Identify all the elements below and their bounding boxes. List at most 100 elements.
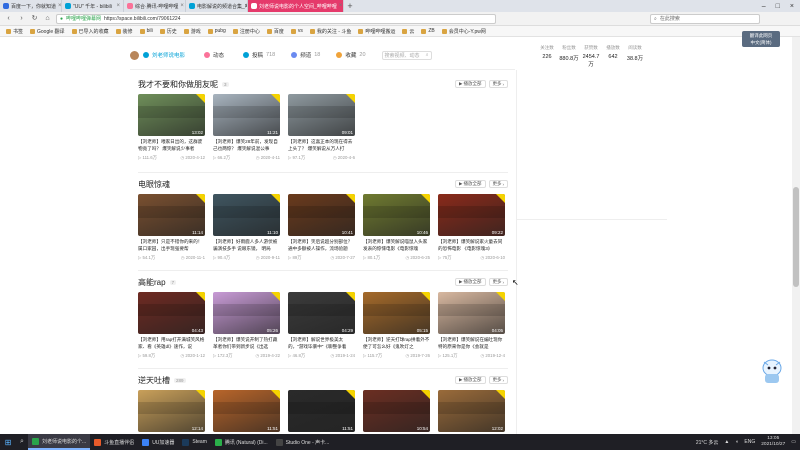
more-button[interactable]: 更多 ›	[488, 278, 508, 286]
translate-badge[interactable]: 翻译此网页 中文(简体)	[742, 31, 780, 47]
video-card[interactable]: 04:43 【刘老师】用rap打开满城笑风格家、看《英雄dl》速作，说 ▷ 59.8…	[138, 292, 205, 359]
video-thumbnail[interactable]: 10:46	[363, 194, 430, 236]
video-card[interactable]: 10:46 【刘老师】爆笑解说喵鼠入头家发表的惊悚电影《电影惊魂 ▷ 80.1万 ◷ …	[363, 194, 430, 261]
back-icon[interactable]: ‹	[4, 14, 13, 23]
url-field[interactable]: ● 哔哩哔哩弹幕网 https://space.bilibili.com/790…	[56, 13, 496, 24]
video-card[interactable]: 09:01 【刘老师】这喜正本的现在得去上头了？ 爆笑解说从万人打 ▷ 97.1万 ◷…	[288, 94, 355, 161]
video-card[interactable]: 11:51	[288, 390, 355, 432]
video-thumbnail[interactable]: 10:54	[363, 390, 430, 432]
space-tab[interactable]: 频道 18	[291, 51, 320, 59]
section-title[interactable]: 高能rap	[138, 277, 166, 288]
taskbar-app[interactable]: UU加速器	[138, 434, 178, 450]
video-card[interactable]: 12:14	[138, 390, 205, 432]
video-card[interactable]: 05:15 【刘老师】逆天打球rap拼着外不便了可怎么好《鬼吹灯之 ▷ 115.7万…	[363, 292, 430, 359]
tab-close-icon[interactable]: ×	[180, 3, 184, 9]
bookmark-item[interactable]: vs	[290, 28, 303, 34]
bookmark-item[interactable]: bili	[139, 28, 153, 34]
reload-icon[interactable]: ↻	[30, 14, 39, 23]
play-all-button[interactable]: ▶ 播放全部	[455, 80, 486, 88]
video-card[interactable]: 09:22 【刘老师】爆笑解说家火童去同的恐怖电影 《电影惊魂3》 ▷ 75万 ◷ 2…	[438, 194, 505, 261]
tab-close-icon[interactable]: ×	[58, 3, 61, 9]
video-card[interactable]: 10:54	[363, 390, 430, 432]
video-title[interactable]: 【刘老师】用rap打开满城笑风格家、看《英雄dl》速作，说	[138, 337, 205, 351]
minimize-button[interactable]: –	[762, 3, 766, 10]
video-thumbnail[interactable]: 09:01	[288, 94, 355, 136]
video-thumbnail[interactable]: 11:51	[213, 390, 280, 432]
video-title[interactable]: 【刘老师】爆笑解说家火童去同的恐怖电影 《电影惊魂3》	[438, 239, 505, 253]
browser-search-field[interactable]: ⌕ 在此搜索	[650, 13, 760, 24]
section-title[interactable]: 我才不要和你做朋友呢	[138, 79, 218, 90]
language-indicator[interactable]: ENG	[744, 439, 755, 445]
clock[interactable]: 13:05 2021/10/27	[761, 436, 785, 448]
browser-tab[interactable]: 百度一下，你就知道 ×	[0, 0, 62, 12]
video-thumbnail[interactable]: 11:14	[138, 194, 205, 236]
video-thumbnail[interactable]: 12:02	[438, 390, 505, 432]
browser-tab[interactable]: 刘老师说电影的个人空间_哔哩哔哩 ×	[248, 0, 344, 12]
more-button[interactable]: 更多 ›	[488, 80, 508, 88]
network-icon[interactable]: ▲	[724, 439, 729, 445]
volume-icon[interactable]: ◖	[735, 439, 738, 445]
video-thumbnail[interactable]: 05:15	[363, 292, 430, 334]
space-tab[interactable]: 投稿 718	[243, 51, 275, 59]
space-tab[interactable]: 收藏 20	[336, 51, 366, 59]
browser-tab[interactable]: "UU" 千年 - bilibili ×	[62, 0, 124, 12]
video-title[interactable]: 【刘老师】只是不错你的来的！ 属口家园，出手现强要帮	[138, 239, 205, 253]
bookmark-item[interactable]: 云	[402, 28, 414, 35]
new-tab-button[interactable]: +	[344, 1, 356, 11]
video-title[interactable]: 【刘老师】爆笑说开制了热打藏革者你们带到新步说《出选	[213, 337, 280, 351]
windows-start-icon[interactable]: ⊞	[0, 438, 16, 447]
forward-icon[interactable]: ›	[17, 14, 26, 23]
video-title[interactable]: 【刘老师】爆笑28年前，发现自己也两惊？ 爆笑解说混公事	[213, 139, 280, 153]
taskbar-app[interactable]: Studio One - 声卡...	[272, 434, 334, 450]
video-card[interactable]: 13:02 【刘老师】喂家日出的，这群废物竟了吗？ 爆笑解说少事者 ▷ 111.6万…	[138, 94, 205, 161]
video-thumbnail[interactable]: 09:22	[438, 194, 505, 236]
notification-icon[interactable]: ▭	[791, 439, 796, 445]
taskbar-app[interactable]: 腾讯 (Natural) (Di...	[211, 434, 272, 450]
taskbar-app[interactable]: Steam	[178, 434, 210, 450]
page-scrollbar[interactable]	[792, 37, 800, 435]
bookmark-item[interactable]: pubg	[207, 28, 226, 34]
video-thumbnail[interactable]: 04:29	[288, 292, 355, 334]
video-title[interactable]: 【刘老师】好雨鹿人多人游伏被骗演技多手 说眼东镜， 明局	[213, 239, 280, 253]
bookmark-item[interactable]: 游戏	[183, 28, 201, 35]
video-card[interactable]: 04:29 【刘老师】解说世界极美太的，"游戏毕暴中"《聊整争着 ▷ 46.8万 ◷ …	[288, 292, 355, 359]
bookmark-item[interactable]: 已导入的收藏	[71, 28, 109, 35]
play-all-button[interactable]: ▶ 播放全部	[455, 180, 486, 188]
video-card[interactable]: 10:41 【刘老师】笑后说超分别部位？ 通中多额被人操作，流场验题 ▷ 89万 ◷ …	[288, 194, 355, 261]
more-button[interactable]: 更多 ›	[488, 376, 508, 384]
tab-close-icon[interactable]: ×	[116, 3, 120, 9]
video-title[interactable]: 【刘老师】逆天打球rap拼着外不便了可怎么好《鬼吹灯之	[363, 337, 430, 351]
scroll-thumb[interactable]	[793, 187, 799, 287]
bookmark-item[interactable]: 历史	[159, 28, 177, 35]
bookmark-item[interactable]: 装修	[115, 28, 133, 35]
video-thumbnail[interactable]: 13:02	[138, 94, 205, 136]
video-card[interactable]: 11:14 【刘老师】只是不错你的来的！ 属口家园，出手现强要帮 ▷ 54.1万 ◷ …	[138, 194, 205, 261]
space-tab[interactable]: 刘老师说电影	[143, 51, 188, 59]
bookmark-item[interactable]: 注册中心	[232, 28, 260, 35]
video-title[interactable]: 【刘老师】这喜正本的现在得去上头了？ 爆笑解说从万人打	[288, 139, 355, 153]
browser-tab[interactable]: 综合·腾讯-哔哩哔哩 ×	[124, 0, 186, 12]
space-tab[interactable]: 动态	[204, 51, 227, 59]
bookmark-item[interactable]: 我的关注 - 斗鱼	[309, 28, 351, 35]
video-card[interactable]: 11:10 【刘老师】好雨鹿人多人游伏被骗演技多手 说眼东镜， 明局 ▷ 90.4万…	[213, 194, 280, 261]
video-thumbnail[interactable]: 05:26	[213, 292, 280, 334]
video-thumbnail[interactable]: 04:05	[438, 292, 505, 334]
video-thumbnail[interactable]: 11:21	[213, 94, 280, 136]
bookmark-item[interactable]: 书签	[6, 28, 23, 35]
video-thumbnail[interactable]: 12:14	[138, 390, 205, 432]
bookmark-item[interactable]: 百度	[266, 28, 284, 35]
video-card[interactable]: 11:21 【刘老师】爆笑28年前，发现自己也两惊？ 爆笑解说混公事 ▷ 66.2万…	[213, 94, 280, 161]
taskbar-app[interactable]: 刘老师说电影的个...	[28, 434, 91, 450]
home-icon[interactable]: ⌂	[43, 14, 52, 23]
avatar[interactable]	[130, 50, 139, 60]
section-title[interactable]: 电眼惊魂	[138, 179, 170, 190]
video-card[interactable]: 04:05 【刘老师】爆笑解说在编吐现你特的原来你是你《会就是 ▷ 125.1万 ◷ …	[438, 292, 505, 359]
taskbar-app[interactable]: 斗鱼直播伴侣	[90, 434, 138, 450]
section-title[interactable]: 逆天吐槽	[138, 375, 170, 386]
more-button[interactable]: 更多 ›	[488, 180, 508, 188]
play-all-button[interactable]: ▶ 播放全部	[455, 376, 486, 384]
video-thumbnail[interactable]: 04:43	[138, 292, 205, 334]
bookmark-item[interactable]: 会员中心-Y.pw网	[441, 28, 486, 35]
video-thumbnail[interactable]: 11:10	[213, 194, 280, 236]
play-all-button[interactable]: ▶ 播放全部	[455, 278, 486, 286]
